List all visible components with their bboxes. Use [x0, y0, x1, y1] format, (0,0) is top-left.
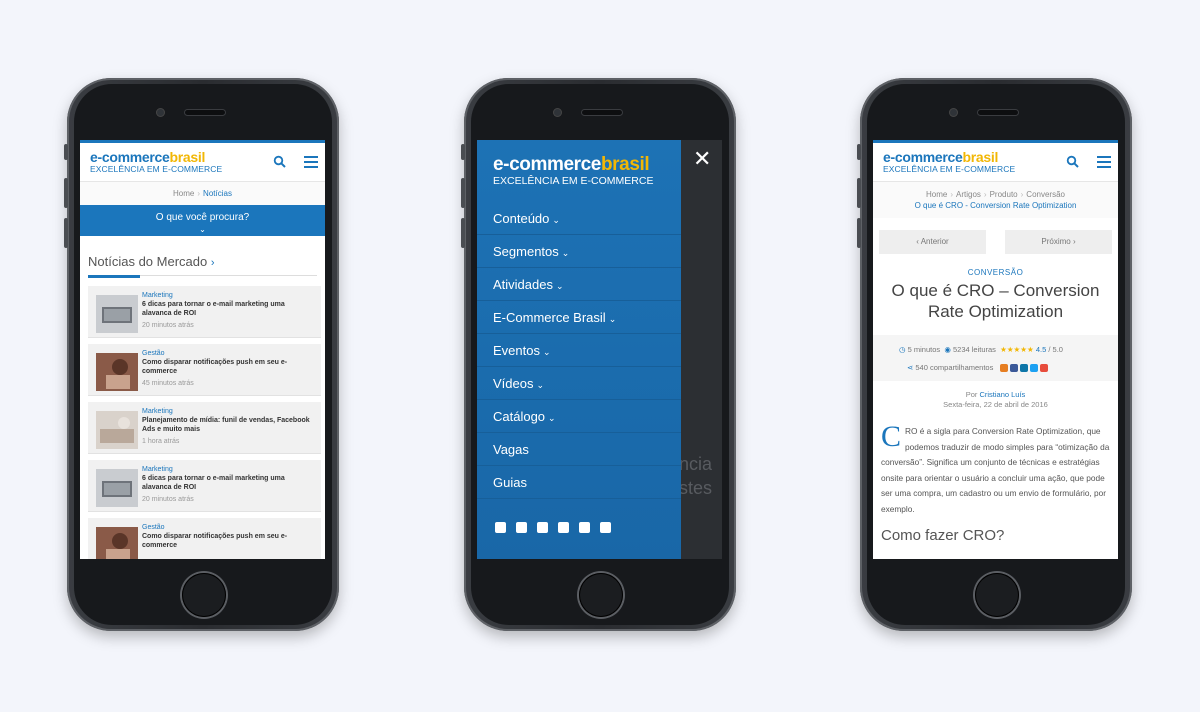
breadcrumb: Home › Notícias	[80, 182, 325, 205]
news-item[interactable]: Gestão Como disparar notificações push e…	[88, 344, 321, 396]
email-icon[interactable]	[999, 364, 1008, 373]
article-screen: e-commercebrasil EXCELÊNCIA EM E-COMMERC…	[873, 140, 1118, 559]
news-item[interactable]: Marketing Planejamento de mídia: funil d…	[88, 402, 321, 454]
article-subheading: Como fazer CRO?	[881, 527, 1005, 544]
facebook-icon[interactable]	[516, 522, 527, 533]
home-button[interactable]	[182, 573, 226, 617]
news-thumbnail	[96, 353, 138, 391]
article-meta: ◷ 5 minutos ◉ 5234 leituras ★★★★★ 4.5 / …	[873, 335, 1118, 381]
chevron-down-icon: ⌄	[561, 248, 570, 258]
menu-item-segmentos[interactable]: Segmentos ⌄	[477, 235, 681, 268]
menu-icon[interactable]	[1097, 156, 1111, 168]
menu-screen: ✕ ncia stes e-commercebrasil EXCELÊNCIA E…	[477, 140, 722, 559]
home-button[interactable]	[579, 573, 623, 617]
chevron-down-icon: ⌄	[542, 347, 551, 357]
site-header: e-commercebrasil EXCELÊNCIA EM E-COMMERC…	[873, 140, 1118, 182]
chevron-right-icon: ›	[210, 257, 215, 269]
section-title[interactable]: Notícias do Mercado ›	[80, 236, 325, 269]
author-link[interactable]: Cristiano Luís	[979, 390, 1025, 399]
email-icon[interactable]	[495, 522, 506, 533]
phone-frame-article: e-commercebrasil EXCELÊNCIA EM E-COMMERC…	[857, 78, 1132, 631]
site-header: e-commercebrasil EXCELÊNCIA EM E-COMMERC…	[80, 140, 325, 182]
article-title: O que é CRO – Conversion Rate Optimizati…	[891, 281, 1100, 321]
social-links	[495, 520, 621, 538]
linkedin-icon[interactable]	[1019, 364, 1028, 373]
article-category[interactable]: CONVERSÃO	[873, 268, 1118, 277]
breadcrumb-home[interactable]: Home	[173, 189, 194, 198]
flickr-icon[interactable]	[579, 522, 590, 533]
search-toggle-label: O que você procura?	[155, 212, 250, 223]
side-menu: e-commercebrasil EXCELÊNCIA EM E-COMMERC…	[477, 140, 681, 559]
search-icon[interactable]	[1066, 155, 1080, 169]
breadcrumb: Home › Artigos › Produto › Conversão O que é C…	[873, 182, 1118, 218]
search-toggle[interactable]: O que você procura? ⌄	[80, 205, 325, 236]
menu-overlay[interactable]: ✕ ncia stes	[679, 140, 722, 559]
breadcrumb-current[interactable]: Notícias	[203, 189, 232, 198]
menu-item-vagas[interactable]: Vagas	[477, 433, 681, 466]
news-item[interactable]: Marketing 6 dicas para tornar o e-mail m…	[88, 286, 321, 338]
menu-item-videos[interactable]: Vídeos ⌄	[477, 367, 681, 400]
previous-button[interactable]: ‹ Anterior	[879, 230, 986, 254]
news-thumbnail	[96, 527, 138, 559]
twitter-icon[interactable]	[558, 522, 569, 533]
brand-logo[interactable]: e-commercebrasil EXCELÊNCIA EM E-COMMERC…	[493, 154, 653, 187]
rating-stars: ★★★★★	[1000, 345, 1034, 354]
article-body: C RO é a sigla para Conversion Rate Optim…	[881, 420, 1110, 514]
news-thumbnail	[96, 469, 138, 507]
next-button[interactable]: Próximo ›	[1005, 230, 1112, 254]
linkedin-icon[interactable]	[537, 522, 548, 533]
news-thumbnail	[96, 411, 138, 449]
breadcrumb-current: O que é CRO - Conversion Rate Optimizati…	[914, 201, 1077, 210]
clock-icon: ◷	[899, 345, 906, 354]
chevron-down-icon: ⌄	[548, 413, 556, 423]
menu-icon[interactable]	[304, 156, 318, 168]
chevron-down-icon: ⌄	[555, 281, 564, 291]
chevron-down-icon: ⌄	[608, 314, 617, 324]
home-button[interactable]	[975, 573, 1019, 617]
menu-item-catalogo[interactable]: Catálogo ⌄	[477, 400, 681, 433]
news-item[interactable]: Gestão Como disparar notificações push e…	[88, 518, 321, 559]
chevron-down-icon: ⌄	[552, 215, 560, 225]
close-icon[interactable]: ✕	[693, 146, 711, 172]
chevron-down-icon: ⌄	[199, 225, 206, 234]
menu-item-conteudo[interactable]: Conteúdo ⌄	[477, 202, 681, 235]
menu-item-atividades[interactable]: Atividades ⌄	[477, 268, 681, 301]
news-item[interactable]: Marketing 6 dicas para tornar o e-mail m…	[88, 460, 321, 512]
youtube-icon[interactable]	[1039, 364, 1048, 373]
share-icon: ⋖	[907, 363, 914, 372]
chevron-down-icon: ⌄	[536, 380, 545, 390]
menu-item-ecommerce-brasil[interactable]: E-Commerce Brasil ⌄	[477, 301, 681, 334]
eye-icon: ◉	[944, 345, 951, 354]
rss-icon[interactable]	[600, 522, 611, 533]
menu-item-guias[interactable]: Guias	[477, 466, 681, 499]
search-icon[interactable]	[273, 155, 287, 169]
news-thumbnail	[96, 295, 138, 333]
menu-item-eventos[interactable]: Eventos ⌄	[477, 334, 681, 367]
brand-logo[interactable]: e-commercebrasil EXCELÊNCIA EM E-COMMERC…	[883, 149, 1015, 174]
twitter-icon[interactable]	[1029, 364, 1038, 373]
phone-frame-menu: ✕ ncia stes e-commercebrasil EXCELÊNCIA E…	[461, 78, 736, 631]
article-byline: Por Cristiano Luís Sexta-feira, 22 de ab…	[943, 390, 1048, 409]
brand-logo[interactable]: e-commercebrasil EXCELÊNCIA EM E-COMMERC…	[90, 149, 222, 174]
phone-frame-news: e-commercebrasil EXCELÊNCIA EM E-COMMERC…	[64, 78, 339, 631]
facebook-icon[interactable]	[1009, 364, 1018, 373]
news-screen: e-commercebrasil EXCELÊNCIA EM E-COMMERC…	[80, 140, 325, 559]
